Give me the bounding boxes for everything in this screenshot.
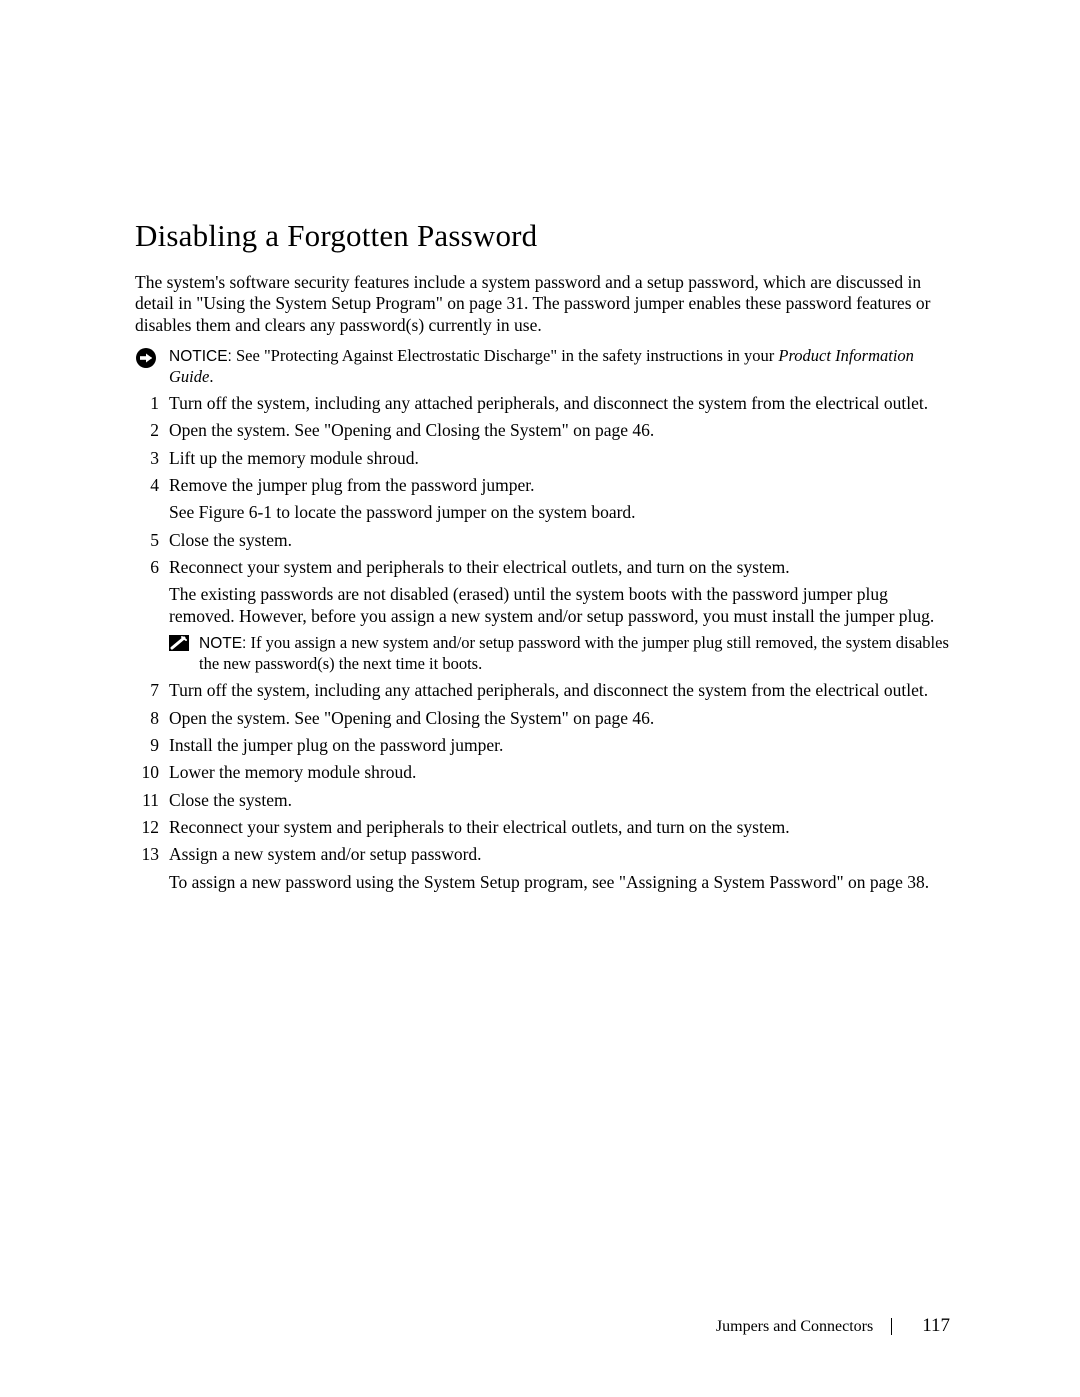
note-text: NOTE: If you assign a new system and/or … — [199, 633, 950, 674]
step-text: Lower the memory module shroud. — [169, 762, 416, 782]
step-5: Close the system. — [135, 530, 950, 551]
step-text: Remove the jumper plug from the password… — [169, 475, 534, 495]
step-text: Open the system. See "Opening and Closin… — [169, 708, 654, 728]
notice-block: NOTICE: See "Protecting Against Electros… — [135, 346, 950, 387]
step-10: Lower the memory module shroud. — [135, 762, 950, 783]
step-subtext: See Figure 6-1 to locate the password ju… — [169, 502, 950, 523]
note-block: NOTE: If you assign a new system and/or … — [169, 633, 950, 674]
page-footer: Jumpers and Connectors 117 — [716, 1315, 950, 1337]
notice-body-2: . — [209, 367, 213, 386]
notice-icon — [135, 346, 169, 369]
step-9: Install the jumper plug on the password … — [135, 735, 950, 756]
step-3: Lift up the memory module shroud. — [135, 448, 950, 469]
steps-list: Turn off the system, including any attac… — [135, 393, 950, 893]
section-heading: Disabling a Forgotten Password — [135, 218, 950, 254]
step-subtext: To assign a new password using the Syste… — [169, 872, 950, 893]
step-11: Close the system. — [135, 790, 950, 811]
step-2: Open the system. See "Opening and Closin… — [135, 420, 950, 441]
notice-body-1: See "Protecting Against Electrostatic Di… — [232, 346, 779, 365]
step-8: Open the system. See "Opening and Closin… — [135, 708, 950, 729]
step-text: Install the jumper plug on the password … — [169, 735, 503, 755]
step-text: Turn off the system, including any attac… — [169, 393, 928, 413]
step-12: Reconnect your system and peripherals to… — [135, 817, 950, 838]
step-13: Assign a new system and/or setup passwor… — [135, 844, 950, 893]
note-icon — [169, 633, 199, 651]
footer-divider — [891, 1318, 892, 1335]
step-text: Reconnect your system and peripherals to… — [169, 817, 790, 837]
step-text: Reconnect your system and peripherals to… — [169, 557, 790, 577]
footer-page-number: 117 — [922, 1315, 950, 1336]
intro-paragraph: The system's software security features … — [135, 272, 950, 336]
notice-text: NOTICE: See "Protecting Against Electros… — [169, 346, 950, 387]
footer-section-title: Jumpers and Connectors — [716, 1318, 873, 1335]
step-1: Turn off the system, including any attac… — [135, 393, 950, 414]
step-6: Reconnect your system and peripherals to… — [135, 557, 950, 674]
notice-label: NOTICE: — [169, 348, 232, 365]
step-text: Assign a new system and/or setup passwor… — [169, 844, 482, 864]
step-text: Open the system. See "Opening and Closin… — [169, 420, 654, 440]
note-label: NOTE: — [199, 635, 246, 652]
step-4: Remove the jumper plug from the password… — [135, 475, 950, 524]
step-text: Turn off the system, including any attac… — [169, 680, 928, 700]
document-page: Disabling a Forgotten Password The syste… — [0, 0, 1080, 1397]
step-subtext: The existing passwords are not disabled … — [169, 584, 950, 627]
note-body: If you assign a new system and/or setup … — [199, 633, 949, 673]
step-text: Close the system. — [169, 790, 292, 810]
step-text: Close the system. — [169, 530, 292, 550]
step-text: Lift up the memory module shroud. — [169, 448, 419, 468]
step-7: Turn off the system, including any attac… — [135, 680, 950, 701]
